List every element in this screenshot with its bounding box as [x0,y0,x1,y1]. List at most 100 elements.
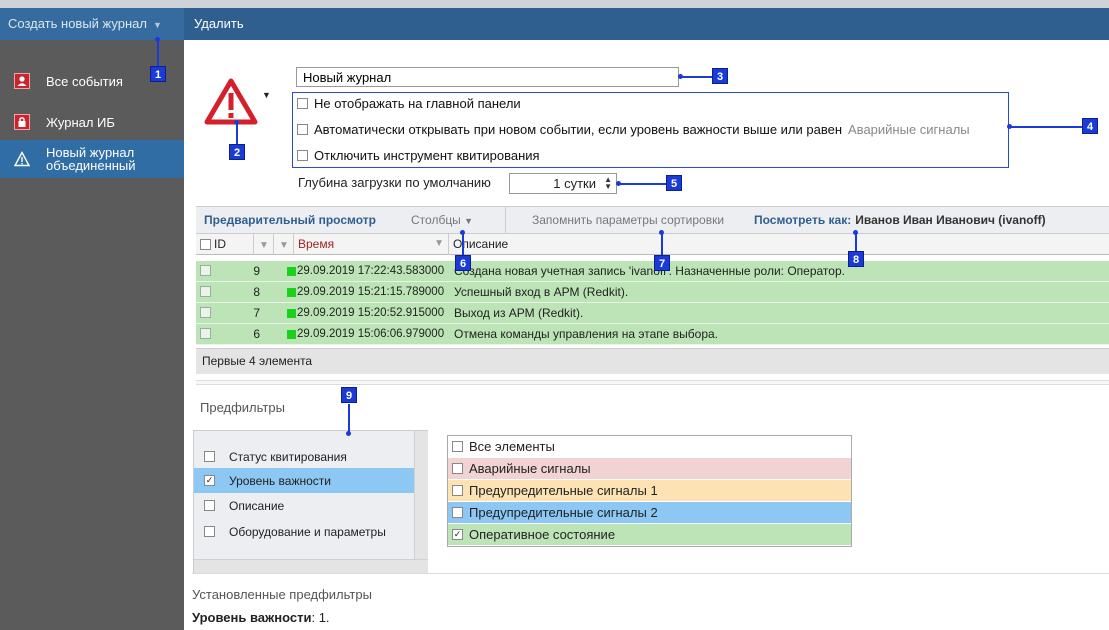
filter-icon[interactable]: ▼ [254,234,274,255]
column-header-label: ID [214,237,226,251]
journal-icon-selector[interactable] [204,78,258,126]
checkbox[interactable] [204,500,215,511]
table-row[interactable]: 7 29.09.2019 15:20:52.915000 Выход из АРМ … [196,303,1109,324]
chevron-down-icon: ▼ [152,20,162,30]
sidebar-item-label-line2: объединенный [46,158,136,173]
level-warning-2[interactable]: Предупредительные сигналы 2 [448,502,851,524]
filter-icon[interactable]: ▼ [274,234,294,255]
load-depth-label: Глубина загрузки по умолчанию [298,175,491,190]
table-row[interactable]: 6 29.09.2019 15:06:06.979000 Отмена команд… [196,324,1109,345]
level-label: Аварийные сигналы [469,461,591,476]
callout-line [348,404,350,432]
severity-levels-list: Все элементы Аварийные сигналы Предупред… [447,435,852,547]
grid-header: ID ▼ ▼ Время ▼ Описание [196,234,1109,255]
cell-description: Отмена команды управления на этапе выбор… [454,327,719,341]
warning-triangle-icon [14,151,30,167]
checkbox[interactable] [297,123,308,135]
prefilter-description[interactable]: Описание [194,493,414,518]
level-all[interactable]: Все элементы [448,436,851,458]
cell-id: 7 [253,306,260,320]
view-as-button[interactable]: Посмотреть как: Иванов Иван Иванович (iva… [754,213,1046,227]
journal-name-input[interactable] [296,67,679,87]
column-header-description[interactable]: Описание [449,234,1109,255]
chevron-down-icon: ▼ [464,216,474,226]
callout-badge-7: 7 [654,255,670,271]
callout-line [680,76,712,78]
level-label: Все элементы [469,439,555,454]
cell-time: 29.09.2019 17:22:43.583000 [297,265,445,277]
view-as-user: Иванов Иван Иванович (ivanoff) [855,213,1046,227]
sidebar-item-label: Журнал ИБ [46,114,115,130]
horizontal-scrollbar[interactable] [194,559,428,573]
delete-button[interactable]: Удалить [194,8,244,40]
callout-line [157,40,159,67]
sidebar-item-label: Все события [46,73,123,89]
journal-options-group: Не отображать на главной панели Автомати… [292,92,1009,168]
callout-badge-4: 4 [1082,118,1098,134]
select-all-checkbox[interactable] [200,239,211,251]
cell-time: 29.09.2019 15:20:52.915000 [297,307,445,319]
panel-splitter[interactable] [196,380,1109,385]
row-checkbox[interactable] [200,286,211,297]
column-header-id[interactable]: ID [196,234,254,255]
checkbox[interactable] [452,485,463,496]
installed-prefilter-key: Уровень важности [192,610,312,625]
checkbox[interactable] [452,441,463,452]
checkbox[interactable] [452,463,463,474]
level-operational[interactable]: ✓ Оперативное состояние [448,524,851,546]
level-alarm[interactable]: Аварийные сигналы [448,458,851,480]
callout-badge-9: 9 [341,387,357,403]
callout-badge-8: 8 [848,251,864,267]
columns-label: Столбцы [411,213,461,227]
prefilter-label: Статус квитирования [229,449,347,464]
top-toolbar-inner: Создать новый журнал ▼ Удалить [0,8,1109,40]
load-depth-spinner[interactable]: 1 сутки ▲ ▼ [509,173,617,194]
disable-ack-option[interactable]: Отключить инструмент квитирования [297,146,540,164]
columns-button[interactable]: Столбцы ▼ [411,213,473,227]
auto-open-option[interactable]: Автоматически открывать при новом событи… [297,120,970,138]
grid-body: 9 29.09.2019 17:22:43.583000 Создана новая… [196,261,1109,345]
row-checkbox[interactable] [200,307,211,318]
table-row[interactable]: 9 29.09.2019 17:22:43.583000 Создана новая… [196,261,1109,282]
checkbox[interactable] [452,507,463,518]
preview-tab[interactable]: Предварительный просмотр [204,213,376,227]
cell-description: Успешный вход в АРМ (Redkit). [454,285,629,299]
table-row[interactable]: 8 29.09.2019 15:21:15.789000 Успешный вход… [196,282,1109,303]
status-square-icon [287,309,296,318]
cell-time: 29.09.2019 15:06:06.979000 [297,328,445,340]
sidebar-item-new-journal[interactable]: Новый журнал объединенный [0,140,184,178]
prefilters-title: Предфильтры [200,400,285,415]
callout-line [462,232,464,256]
cell-id: 6 [253,327,260,341]
row-checkbox[interactable] [200,328,211,339]
cell-id: 8 [253,285,260,299]
prefilter-equipment[interactable]: Оборудование и параметры [194,519,414,544]
column-header-label: Время [298,237,335,251]
level-warning-1[interactable]: Предупредительные сигналы 1 [448,480,851,502]
create-journal-button[interactable]: Создать новый журнал ▼ [0,8,184,40]
prefilter-ack-status[interactable]: Статус квитирования [194,444,414,469]
auto-open-level-select[interactable]: Аварийные сигналы [848,122,970,137]
row-checkbox[interactable] [200,265,211,276]
remember-sort-button[interactable]: Запомнить параметры сортировки [532,213,724,227]
sidebar-item-security-journal[interactable]: Журнал ИБ [0,103,184,141]
chevron-down-icon[interactable]: ▼ [262,90,271,100]
spinner-arrows-icon[interactable]: ▲ ▼ [604,176,612,191]
status-square-icon [287,267,296,276]
checkbox[interactable] [297,149,308,161]
filter-icon[interactable]: ▼ [434,234,444,254]
callout-line [618,183,667,185]
callout-line [661,232,663,256]
checkbox[interactable] [204,451,215,462]
column-header-time[interactable]: Время ▼ [294,234,449,255]
hide-main-panel-option[interactable]: Не отображать на главной панели [297,94,521,112]
checkbox-checked[interactable]: ✓ [452,529,463,540]
status-square-icon [287,330,296,339]
prefilter-severity[interactable]: ✓ Уровень важности [194,468,414,493]
checkbox-checked[interactable]: ✓ [204,475,215,486]
checkbox[interactable] [297,97,308,109]
checkbox[interactable] [204,526,215,537]
level-label: Предупредительные сигналы 1 [469,483,658,498]
status-square-icon [287,288,296,297]
vertical-scrollbar[interactable] [414,431,428,559]
